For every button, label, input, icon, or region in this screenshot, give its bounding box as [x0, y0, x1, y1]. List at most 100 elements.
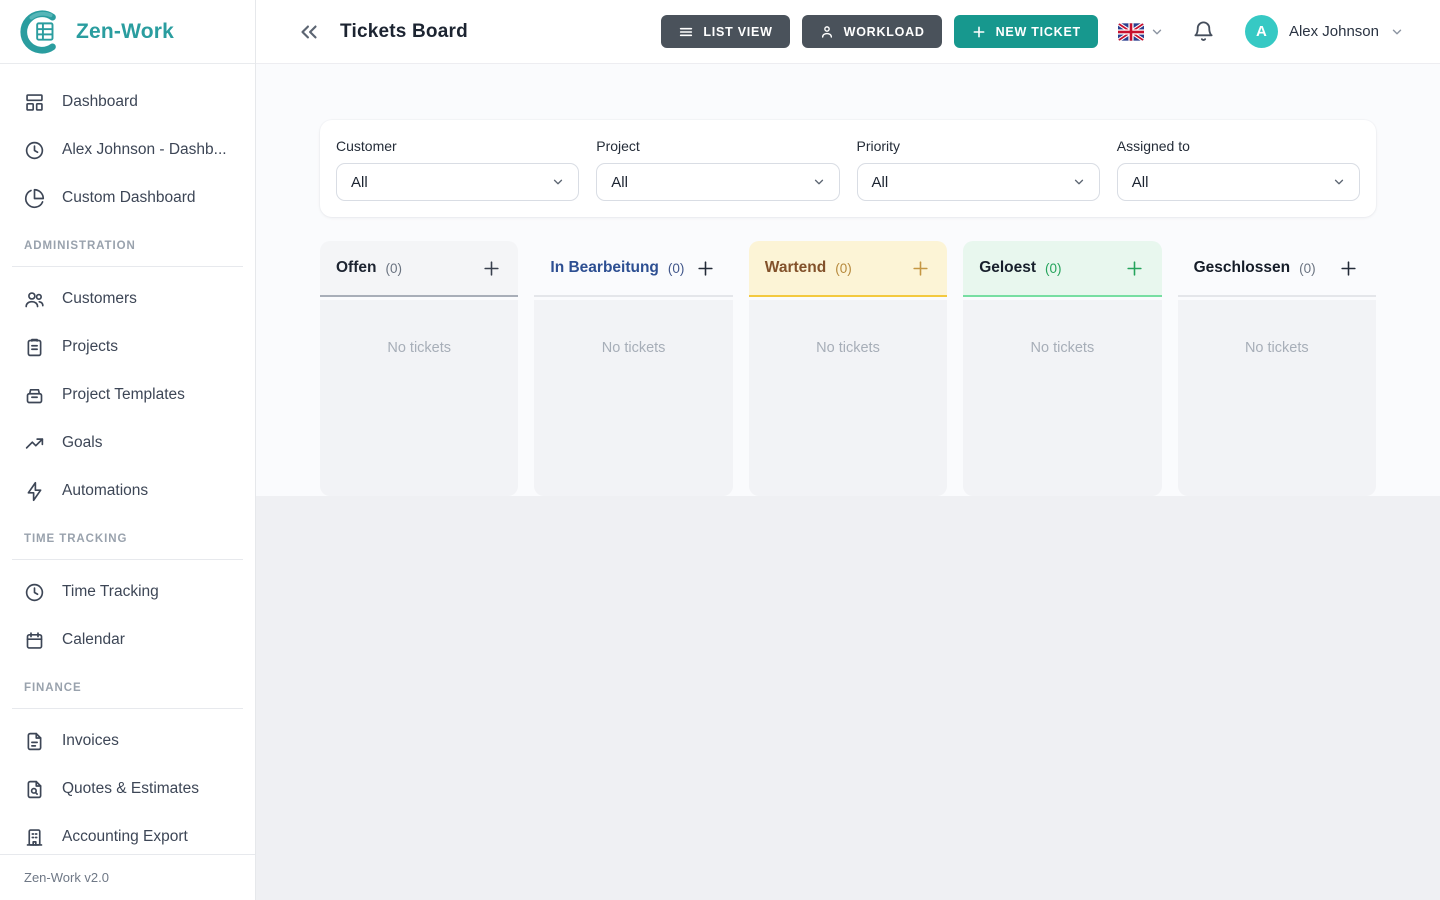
- archive-icon: [24, 385, 45, 406]
- assigned-to-select[interactable]: All: [1117, 163, 1360, 201]
- column-title: Wartend: [765, 259, 826, 277]
- column-title: Offen: [336, 259, 376, 277]
- sidebar-item-label: Calendar: [62, 631, 125, 649]
- filter-customer: Customer All: [336, 138, 579, 201]
- sidebar-item-customers[interactable]: Customers: [12, 275, 243, 323]
- empty-state-text: No tickets: [1178, 300, 1376, 356]
- empty-state-text: No tickets: [749, 300, 947, 356]
- zen-work-logo-icon: [18, 9, 64, 55]
- column-header: Offen (0): [320, 241, 518, 297]
- workload-label: WORKLOAD: [844, 25, 925, 39]
- column-body: No tickets: [963, 300, 1161, 496]
- users-icon: [24, 289, 45, 310]
- sidebar-item-projects[interactable]: Projects: [12, 323, 243, 371]
- add-ticket-button[interactable]: [1338, 257, 1360, 279]
- new-ticket-button[interactable]: NEW TICKET: [954, 15, 1098, 48]
- chevron-down-icon: [1332, 175, 1346, 189]
- sidebar-item-label: Time Tracking: [62, 583, 159, 601]
- building-icon: [24, 827, 45, 848]
- trending-up-icon: [24, 433, 45, 454]
- add-ticket-button[interactable]: [1124, 257, 1146, 279]
- plus-icon: [1339, 259, 1358, 278]
- user-name: Alex Johnson: [1289, 23, 1379, 40]
- priority-select-value: All: [872, 174, 889, 191]
- sidebar-item-label: Customers: [62, 290, 137, 308]
- column-title: Geloest: [979, 259, 1036, 277]
- dashboard-icon: [24, 92, 45, 113]
- file-search-icon: [24, 779, 45, 800]
- sidebar-item-alex-dashboard[interactable]: Alex Johnson - Dashb...: [12, 126, 243, 174]
- workload-button[interactable]: WORKLOAD: [802, 15, 942, 48]
- sidebar-item-label: Custom Dashboard: [62, 189, 196, 207]
- person-icon: [819, 24, 835, 40]
- column-count: (0): [385, 261, 402, 276]
- new-ticket-label: NEW TICKET: [996, 25, 1081, 39]
- sidebar-nav: Dashboard Alex Johnson - Dashb... Custom…: [0, 64, 255, 854]
- chevron-down-icon: [1390, 25, 1404, 39]
- column-count: (0): [668, 261, 685, 276]
- column-wartend: Wartend (0) No tickets: [749, 241, 947, 496]
- list-view-button[interactable]: LIST VIEW: [661, 15, 789, 48]
- empty-state-text: No tickets: [963, 300, 1161, 356]
- sidebar-item-custom-dashboard[interactable]: Custom Dashboard: [12, 174, 243, 222]
- sidebar-item-goals[interactable]: Goals: [12, 419, 243, 467]
- project-select[interactable]: All: [596, 163, 839, 201]
- filter-label: Priority: [857, 138, 1100, 154]
- sidebar-item-automations[interactable]: Automations: [12, 467, 243, 515]
- sidebar-item-label: Invoices: [62, 732, 119, 750]
- plus-icon: [1125, 259, 1144, 278]
- sidebar-item-calendar[interactable]: Calendar: [12, 616, 243, 664]
- column-count: (0): [835, 261, 852, 276]
- logo[interactable]: Zen-Work: [0, 0, 255, 64]
- zap-icon: [24, 481, 45, 502]
- chevron-down-icon: [1150, 25, 1164, 39]
- filter-project: Project All: [596, 138, 839, 201]
- avatar: A: [1245, 15, 1278, 48]
- sidebar-item-label: Goals: [62, 434, 103, 452]
- uk-flag-icon: [1118, 23, 1144, 41]
- column-body: No tickets: [1178, 300, 1376, 496]
- sidebar-item-label: Quotes & Estimates: [62, 780, 199, 798]
- sidebar-collapse-button[interactable]: [296, 19, 322, 45]
- chevron-down-icon: [551, 175, 565, 189]
- filter-label: Assigned to: [1117, 138, 1360, 154]
- filter-label: Customer: [336, 138, 579, 154]
- topbar-actions: LIST VIEW WORKLOAD NEW TICKET: [661, 15, 1098, 48]
- add-ticket-button[interactable]: [695, 257, 717, 279]
- chevron-down-icon: [812, 175, 826, 189]
- column-header: Geschlossen (0): [1178, 241, 1376, 297]
- sidebar-item-label: Dashboard: [62, 93, 138, 111]
- page-title: Tickets Board: [340, 21, 468, 43]
- language-selector[interactable]: [1118, 23, 1164, 41]
- add-ticket-button[interactable]: [480, 257, 502, 279]
- sidebar: Zen-Work Dashboard Alex Johnson - Dashb.…: [0, 0, 256, 900]
- priority-select[interactable]: All: [857, 163, 1100, 201]
- sidebar-item-invoices[interactable]: Invoices: [12, 717, 243, 765]
- project-select-value: All: [611, 174, 628, 191]
- empty-state-text: No tickets: [320, 300, 518, 356]
- sidebar-item-accounting-export[interactable]: Accounting Export: [12, 813, 243, 854]
- notifications-bell-icon[interactable]: [1192, 20, 1215, 43]
- column-header: In Bearbeitung (0): [534, 241, 732, 297]
- customer-select-value: All: [351, 174, 368, 191]
- app-version: Zen-Work v2.0: [0, 854, 255, 900]
- column-header: Wartend (0): [749, 241, 947, 297]
- column-offen: Offen (0) No tickets: [320, 241, 518, 496]
- sidebar-item-quotes-estimates[interactable]: Quotes & Estimates: [12, 765, 243, 813]
- column-geloest: Geloest (0) No tickets: [963, 241, 1161, 496]
- sidebar-item-label: Alex Johnson - Dashb...: [62, 141, 227, 159]
- filter-label: Project: [596, 138, 839, 154]
- filter-bar: Customer All Project All Priority: [320, 120, 1376, 217]
- user-menu[interactable]: A Alex Johnson: [1245, 15, 1404, 48]
- plus-icon: [696, 259, 715, 278]
- column-geschlossen: Geschlossen (0) No tickets: [1178, 241, 1376, 496]
- sidebar-item-label: Projects: [62, 338, 118, 356]
- sidebar-item-time-tracking[interactable]: Time Tracking: [12, 568, 243, 616]
- plus-icon: [971, 24, 987, 40]
- clock-icon: [24, 140, 45, 161]
- customer-select[interactable]: All: [336, 163, 579, 201]
- sidebar-item-project-templates[interactable]: Project Templates: [12, 371, 243, 419]
- sidebar-item-dashboard[interactable]: Dashboard: [12, 78, 243, 126]
- add-ticket-button[interactable]: [909, 257, 931, 279]
- board-surface: Customer All Project All Priority: [256, 64, 1440, 496]
